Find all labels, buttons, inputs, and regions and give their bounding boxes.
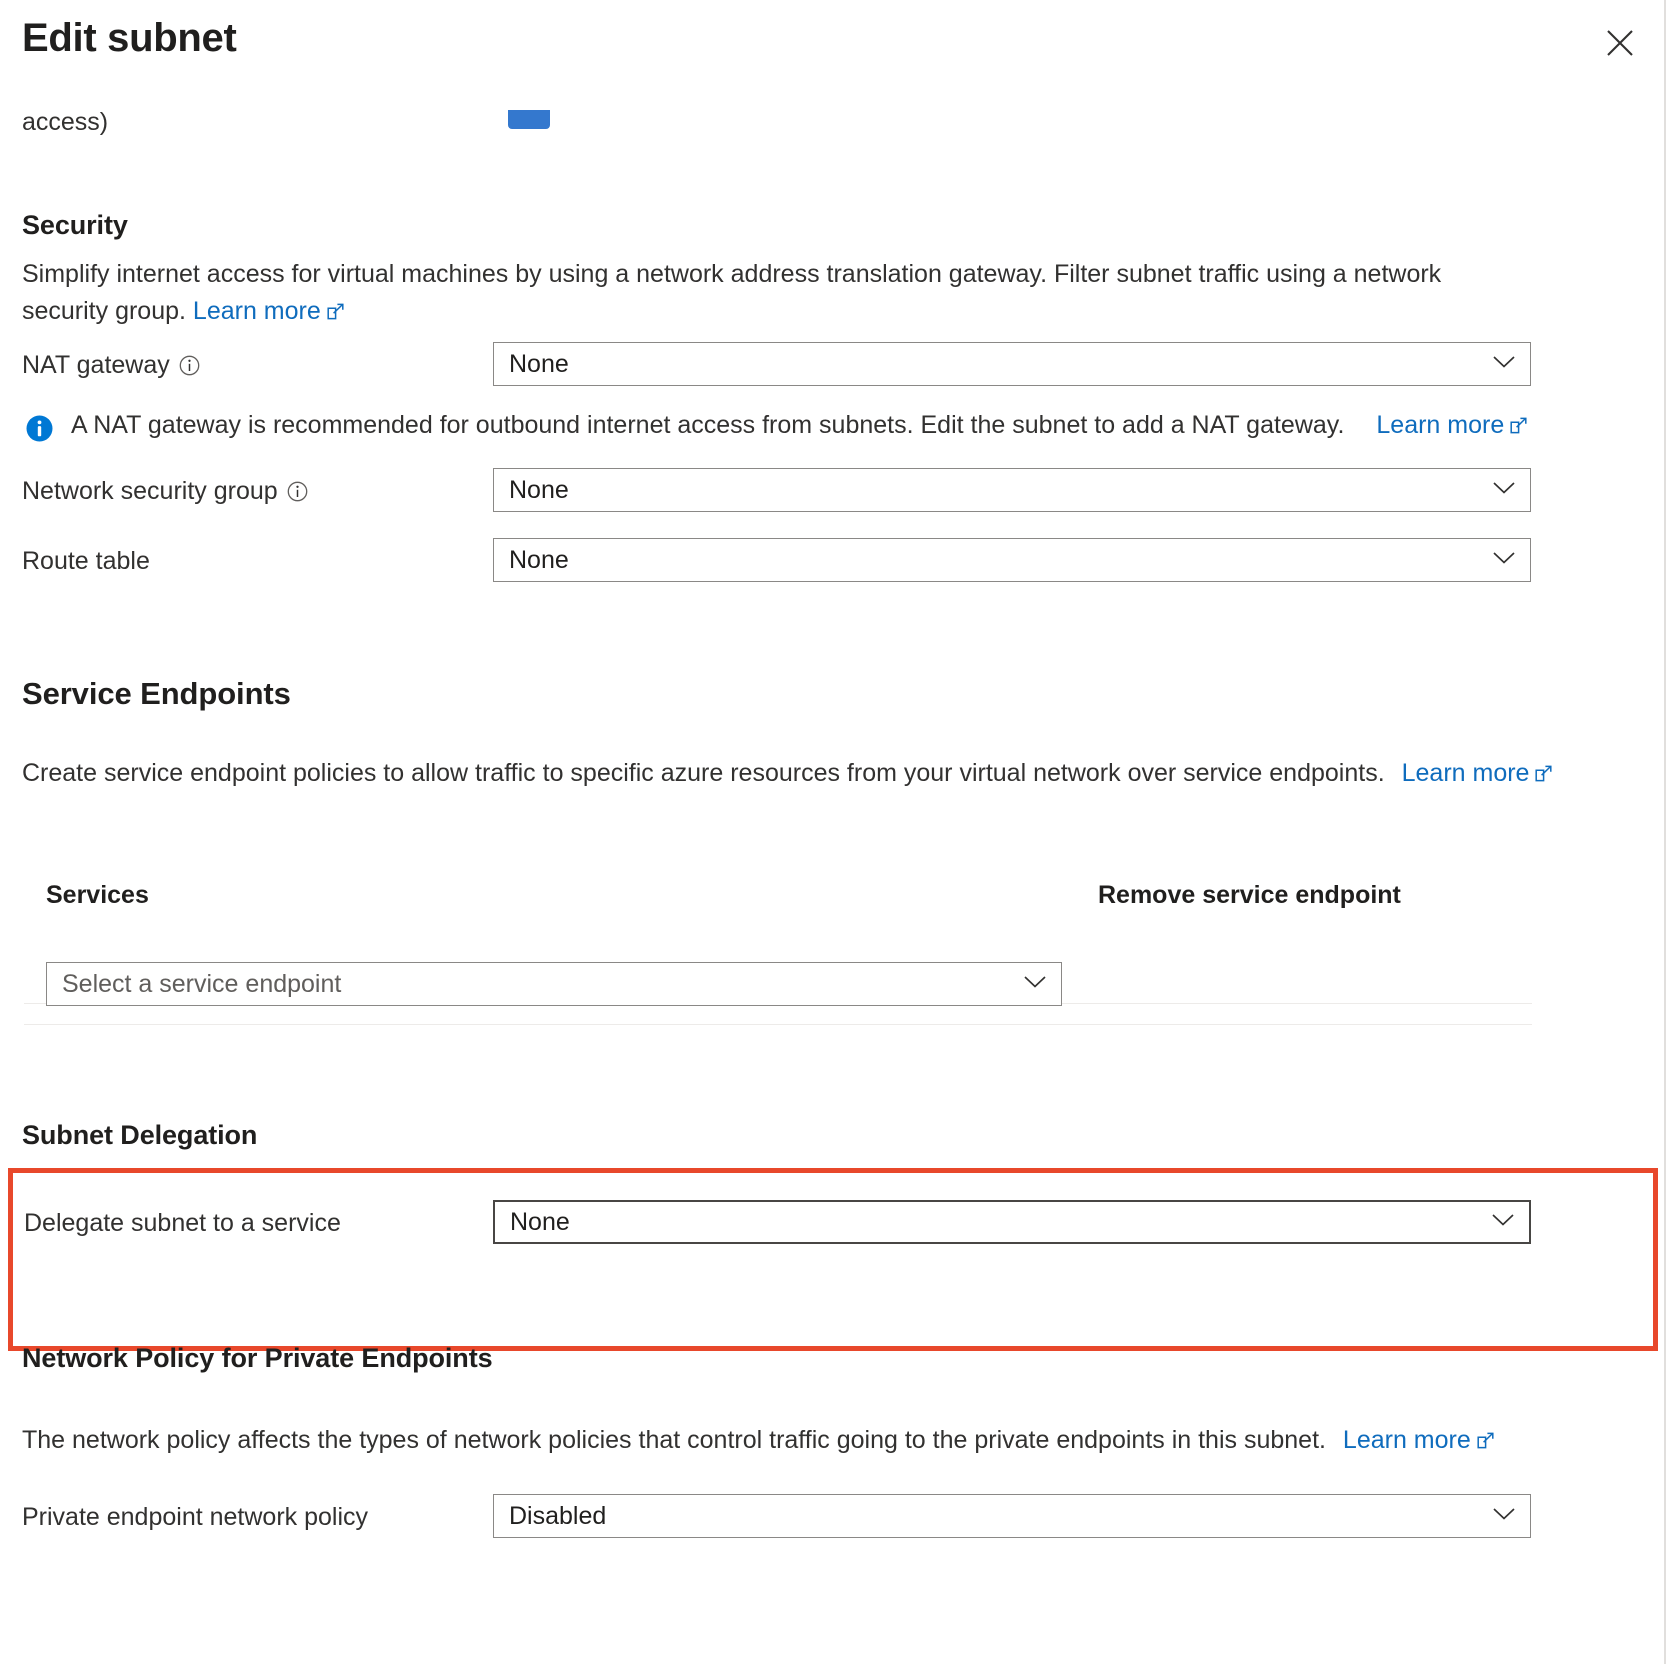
- service-endpoints-learn-more-label: Learn more: [1401, 759, 1530, 787]
- services-column-header: Services: [46, 881, 149, 909]
- delegate-subnet-dropdown[interactable]: None: [493, 1200, 1531, 1244]
- service-endpoints-learn-more-link[interactable]: Learn more: [1402, 759, 1553, 787]
- private-endpoint-policy-dropdown[interactable]: Disabled: [493, 1494, 1531, 1538]
- info-filled-icon: [26, 415, 53, 449]
- service-endpoint-select-placeholder: Select a service endpoint: [62, 969, 342, 998]
- delegate-subnet-value: None: [510, 1207, 570, 1236]
- security-learn-more-link[interactable]: Learn more: [193, 297, 344, 325]
- chevron-down-icon: [1492, 355, 1516, 374]
- network-policy-description: The network policy affects the types of …: [22, 1422, 1582, 1460]
- subnet-delegation-heading: Subnet Delegation: [22, 1120, 258, 1150]
- service-endpoints-description-text: Create service endpoint policies to allo…: [22, 759, 1385, 787]
- external-link-icon: [1477, 1423, 1494, 1460]
- network-security-group-label-text: Network security group: [22, 477, 278, 505]
- security-heading: Security: [22, 210, 128, 240]
- route-table-value: None: [509, 545, 569, 574]
- nat-gateway-info-banner: A NAT gateway is recommended for outboun…: [26, 411, 1527, 449]
- delegate-subnet-label-text: Delegate subnet to a service: [24, 1209, 341, 1237]
- private-endpoint-policy-label-text: Private endpoint network policy: [22, 1503, 369, 1531]
- chevron-down-icon: [1491, 1213, 1515, 1232]
- info-icon[interactable]: [179, 355, 200, 376]
- nat-banner-learn-more-link[interactable]: Learn more: [1376, 411, 1527, 441]
- nat-banner-learn-more-label: Learn more: [1376, 411, 1505, 439]
- network-policy-learn-more-link[interactable]: Learn more: [1343, 1426, 1494, 1454]
- close-icon[interactable]: [1598, 21, 1642, 65]
- private-endpoint-policy-value: Disabled: [509, 1501, 607, 1530]
- edit-subnet-panel: Edit subnet access) Security Simplify in…: [0, 0, 1666, 1664]
- network-policy-learn-more-label: Learn more: [1342, 1426, 1471, 1454]
- subnet-delegation-highlight: [8, 1168, 1658, 1351]
- close-icon-glyph: [1607, 30, 1633, 56]
- network-policy-description-text: The network policy affects the types of …: [22, 1426, 1326, 1454]
- route-table-dropdown[interactable]: None: [493, 538, 1531, 582]
- network-security-group-value: None: [509, 475, 569, 504]
- service-endpoints-heading: Service Endpoints: [22, 676, 291, 711]
- security-description: Simplify internet access for virtual mac…: [22, 256, 1512, 331]
- route-table-label: Route table: [22, 547, 150, 576]
- info-icon[interactable]: [287, 481, 308, 502]
- delegate-subnet-label: Delegate subnet to a service: [24, 1209, 341, 1238]
- service-endpoints-description: Create service endpoint policies to allo…: [22, 755, 1582, 793]
- page-title: Edit subnet: [22, 16, 237, 60]
- network-security-group-dropdown[interactable]: None: [493, 468, 1531, 512]
- table-divider-bottom: [24, 1024, 1532, 1025]
- panel-header: Edit subnet: [0, 0, 1666, 96]
- service-endpoint-select[interactable]: Select a service endpoint: [46, 962, 1062, 1006]
- external-link-icon: [1535, 756, 1553, 793]
- chevron-down-icon: [1492, 551, 1516, 570]
- route-table-label-text: Route table: [22, 547, 150, 575]
- remove-service-endpoint-column-header: Remove service endpoint: [1098, 881, 1401, 909]
- truncated-text: access): [22, 108, 109, 136]
- external-link-icon: [1510, 412, 1527, 441]
- chevron-down-icon: [1023, 975, 1047, 994]
- nat-gateway-dropdown[interactable]: None: [493, 342, 1531, 386]
- chevron-down-icon: [1492, 481, 1516, 500]
- nat-gateway-label: NAT gateway: [22, 351, 200, 380]
- network-policy-heading: Network Policy for Private Endpoints: [22, 1343, 493, 1373]
- nat-gateway-label-text: NAT gateway: [22, 351, 170, 379]
- external-link-icon: [327, 294, 344, 331]
- toggle-chip[interactable]: [508, 110, 550, 129]
- nat-gateway-value: None: [509, 349, 569, 378]
- chevron-down-icon: [1492, 1507, 1516, 1526]
- nat-gateway-info-text: A NAT gateway is recommended for outboun…: [71, 411, 1345, 439]
- private-endpoint-policy-label: Private endpoint network policy: [22, 1503, 368, 1532]
- security-learn-more-label: Learn more: [192, 297, 321, 325]
- network-security-group-label: Network security group: [22, 477, 308, 506]
